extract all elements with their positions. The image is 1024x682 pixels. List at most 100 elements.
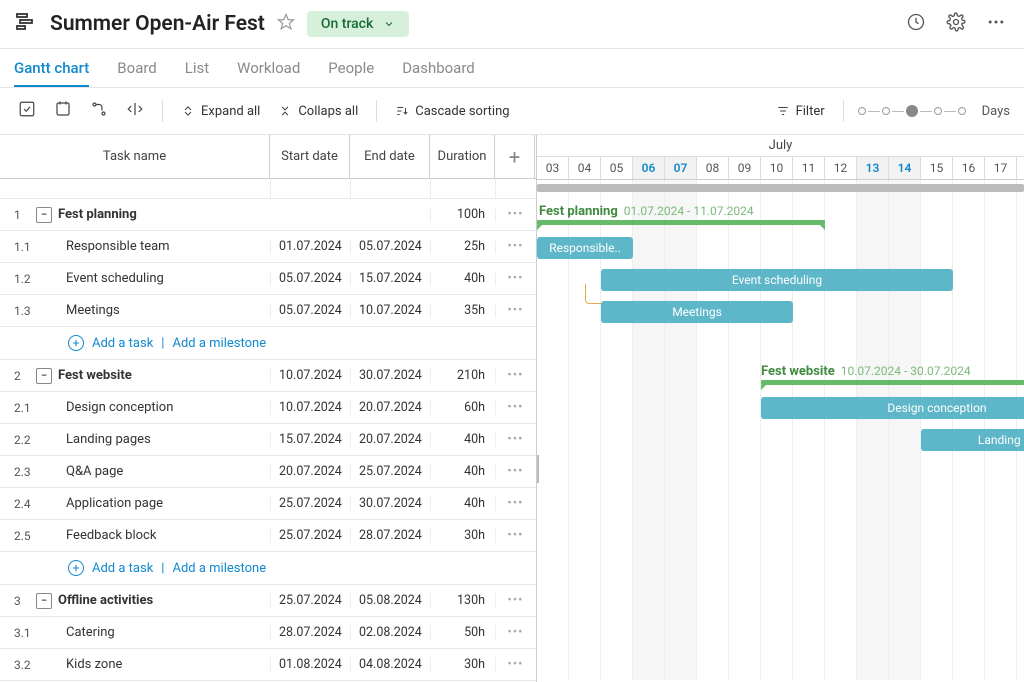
task-name-cell[interactable]: −Offline activities — [32, 593, 270, 609]
task-name-cell[interactable]: Q&A page — [32, 464, 270, 479]
end-date-cell[interactable]: 15.07.2024 — [350, 271, 430, 286]
task-name-cell[interactable]: −Fest website — [32, 368, 270, 384]
cascade-sort-button[interactable]: Cascade sorting — [391, 102, 513, 121]
end-date-cell[interactable]: 30.07.2024 — [350, 496, 430, 511]
checkbox-tool-icon[interactable] — [14, 96, 40, 126]
duration-cell[interactable]: 40h — [430, 271, 495, 286]
task-bar[interactable]: Design conception — [761, 397, 1024, 419]
status-badge[interactable]: On track — [307, 11, 409, 37]
duration-cell[interactable]: 25h — [430, 239, 495, 254]
start-date-cell[interactable]: 10.07.2024 — [270, 368, 350, 383]
filter-button[interactable]: Filter — [772, 102, 829, 121]
tab-board[interactable]: Board — [117, 49, 156, 87]
duration-cell[interactable]: 30h — [430, 528, 495, 543]
start-date-cell[interactable]: 25.07.2024 — [270, 528, 350, 543]
table-row[interactable]: 2.2Landing pages15.07.202420.07.202440h•… — [0, 424, 536, 456]
start-date-cell[interactable]: 05.07.2024 — [270, 271, 350, 286]
task-name-cell[interactable]: Application page — [32, 496, 270, 511]
task-name-cell[interactable]: Catering — [32, 625, 270, 640]
summary-bar[interactable] — [537, 220, 825, 225]
table-row[interactable]: 2−Fest website10.07.202430.07.2024210h••… — [0, 360, 536, 392]
start-date-cell[interactable]: 25.07.2024 — [270, 496, 350, 511]
row-menu-icon[interactable]: ••• — [495, 368, 535, 383]
table-row[interactable]: 2.1Design conception10.07.202420.07.2024… — [0, 392, 536, 424]
task-name-cell[interactable]: Design conception — [32, 400, 270, 415]
end-date-cell[interactable]: 05.08.2024 — [350, 593, 430, 608]
table-row[interactable]: 1.3Meetings05.07.202410.07.202435h••• — [0, 295, 536, 327]
col-task-name[interactable]: Task name — [0, 135, 270, 178]
duration-cell[interactable]: 40h — [430, 432, 495, 447]
row-menu-icon[interactable]: ••• — [495, 400, 535, 415]
row-menu-icon[interactable]: ••• — [495, 593, 535, 608]
tab-people[interactable]: People — [328, 49, 374, 87]
tab-workload[interactable]: Workload — [237, 49, 300, 87]
expand-all-button[interactable]: Expand all — [177, 102, 264, 121]
duration-cell[interactable]: 50h — [430, 625, 495, 640]
col-end-date[interactable]: End date — [350, 135, 430, 178]
col-start-date[interactable]: Start date — [270, 135, 350, 178]
end-date-cell[interactable]: 25.07.2024 — [350, 464, 430, 479]
row-menu-icon[interactable]: ••• — [495, 239, 535, 254]
task-name-cell[interactable]: Event scheduling — [32, 271, 270, 286]
row-menu-icon[interactable]: ••• — [495, 303, 535, 318]
add-milestone-tool-icon[interactable] — [50, 96, 76, 126]
duration-cell[interactable]: 30h — [430, 657, 495, 672]
table-row[interactable]: 1.2Event scheduling05.07.202415.07.20244… — [0, 263, 536, 295]
task-bar[interactable]: Responsible.. — [537, 237, 633, 259]
end-date-cell[interactable]: 30.07.2024 — [350, 368, 430, 383]
table-row[interactable]: 2.5Feedback block25.07.202428.07.202430h… — [0, 520, 536, 552]
end-date-cell[interactable]: 04.08.2024 — [350, 657, 430, 672]
duration-cell[interactable]: 130h — [430, 593, 495, 608]
more-icon[interactable] — [982, 8, 1010, 40]
timeline-scrollbar[interactable] — [537, 184, 1024, 192]
add-column-button[interactable]: + — [495, 135, 535, 178]
col-duration[interactable]: Duration — [430, 135, 495, 178]
collapse-all-button[interactable]: Collaps all — [274, 102, 362, 121]
row-menu-icon[interactable]: ••• — [495, 432, 535, 447]
tab-gantt[interactable]: Gantt chart — [14, 49, 89, 87]
end-date-cell[interactable]: 20.07.2024 — [350, 432, 430, 447]
star-icon[interactable] — [277, 13, 295, 35]
duration-cell[interactable]: 100h — [430, 207, 495, 222]
collapse-toggle[interactable]: − — [36, 207, 52, 223]
task-name-cell[interactable]: −Fest planning — [32, 207, 270, 223]
summary-bar[interactable] — [761, 380, 1024, 385]
task-name-cell[interactable]: Feedback block — [32, 528, 270, 543]
task-name-cell[interactable]: Meetings — [32, 303, 270, 318]
add-task-row[interactable]: +Add a task | Add a milestone — [0, 327, 536, 360]
table-row[interactable]: 1−Fest planning100h••• — [0, 199, 536, 231]
duration-cell[interactable]: 40h — [430, 464, 495, 479]
duration-cell[interactable]: 210h — [430, 368, 495, 383]
zoom-slider[interactable] — [858, 105, 966, 117]
table-row[interactable]: 1.1Responsible team01.07.202405.07.20242… — [0, 231, 536, 263]
link-tool-icon[interactable] — [86, 96, 112, 126]
start-date-cell[interactable]: 28.07.2024 — [270, 625, 350, 640]
tab-list[interactable]: List — [185, 49, 209, 87]
settings-icon[interactable] — [942, 8, 970, 40]
row-menu-icon[interactable]: ••• — [495, 528, 535, 543]
start-date-cell[interactable]: 01.08.2024 — [270, 657, 350, 672]
start-date-cell[interactable]: 10.07.2024 — [270, 400, 350, 415]
row-menu-icon[interactable]: ••• — [495, 625, 535, 640]
task-name-cell[interactable]: Kids zone — [32, 657, 270, 672]
history-icon[interactable] — [902, 8, 930, 40]
auto-schedule-tool-icon[interactable] — [122, 96, 148, 126]
start-date-cell[interactable]: 20.07.2024 — [270, 464, 350, 479]
end-date-cell[interactable]: 02.08.2024 — [350, 625, 430, 640]
row-menu-icon[interactable]: ••• — [495, 464, 535, 479]
start-date-cell[interactable]: 01.07.2024 — [270, 239, 350, 254]
table-row[interactable]: 2.4Application page25.07.202430.07.20244… — [0, 488, 536, 520]
collapse-toggle[interactable]: − — [36, 593, 52, 609]
start-date-cell[interactable]: 15.07.2024 — [270, 432, 350, 447]
start-date-cell[interactable]: 05.07.2024 — [270, 303, 350, 318]
table-row[interactable]: 3.2Kids zone01.08.202404.08.202430h••• — [0, 649, 536, 681]
table-row[interactable]: 3.1Catering28.07.202402.08.202450h••• — [0, 617, 536, 649]
row-menu-icon[interactable]: ••• — [495, 207, 535, 222]
tab-dashboard[interactable]: Dashboard — [402, 49, 475, 87]
task-bar[interactable]: Landing pages — [921, 429, 1024, 451]
end-date-cell[interactable]: 10.07.2024 — [350, 303, 430, 318]
duration-cell[interactable]: 60h — [430, 400, 495, 415]
end-date-cell[interactable]: 28.07.2024 — [350, 528, 430, 543]
duration-cell[interactable]: 35h — [430, 303, 495, 318]
table-row[interactable]: 2.3Q&A page20.07.202425.07.202440h••• — [0, 456, 536, 488]
